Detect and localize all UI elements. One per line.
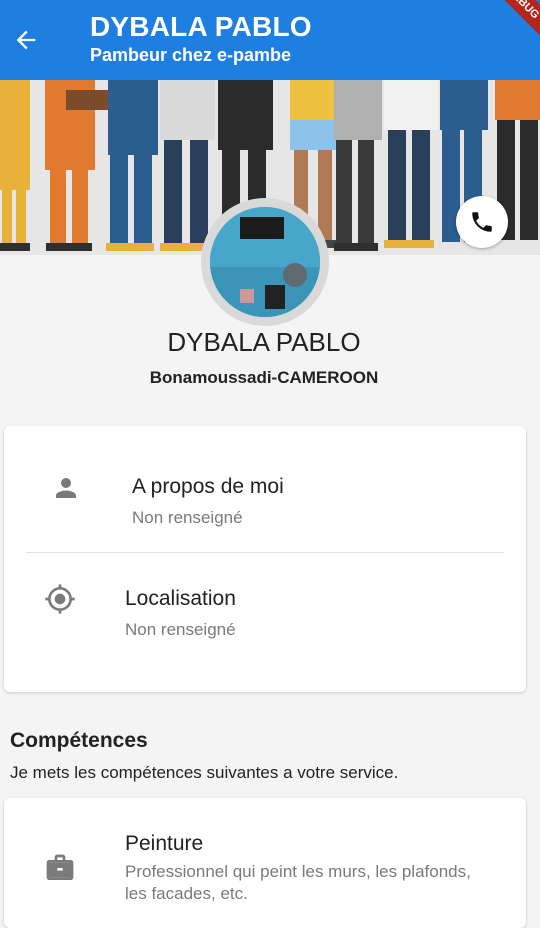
app-bar: DYBALA PABLO Pambeur chez e-pambe DEBUG [0, 0, 540, 80]
avatar-photo [210, 207, 320, 317]
location-target-icon [42, 581, 78, 617]
person-icon [48, 470, 84, 506]
about-value: Non renseigné [132, 508, 243, 527]
profile-location: Bonamoussadi-CAMEROON [149, 368, 379, 387]
app-bar-subtitle: Pambeur chez e-pambe [90, 45, 292, 65]
profile-name: DYBALA PABLO [167, 327, 361, 357]
list-item-skill[interactable]: Peinture Professionnel qui peint les mur… [4, 798, 526, 908]
skills-card: Peinture Professionnel qui peint les mur… [4, 798, 526, 928]
avatar[interactable] [201, 198, 329, 326]
skill-description: Professionnel qui peint les murs, les pl… [125, 862, 471, 903]
skills-title: Compétences [10, 729, 148, 752]
arrow-left-icon[interactable] [8, 22, 44, 58]
location-value: Non renseigné [125, 620, 236, 639]
skills-description: Je mets les compétences suivantes a votr… [10, 763, 399, 782]
phone-icon[interactable] [456, 196, 508, 248]
debug-banner: DEBUG [476, 0, 540, 50]
list-item-location[interactable]: Localisation Non renseigné [4, 553, 526, 692]
app-bar-titles: DYBALA PABLO Pambeur chez e-pambe [90, 10, 312, 66]
briefcase-icon [42, 850, 78, 886]
list-item-about[interactable]: A propos de moi Non renseigné [4, 426, 526, 552]
about-label: A propos de moi [132, 475, 284, 498]
app-bar-title: DYBALA PABLO [90, 11, 312, 42]
skill-label: Peinture [125, 832, 204, 855]
location-label: Localisation [125, 587, 236, 610]
about-card: A propos de moi Non renseigné Localisati… [4, 426, 526, 692]
